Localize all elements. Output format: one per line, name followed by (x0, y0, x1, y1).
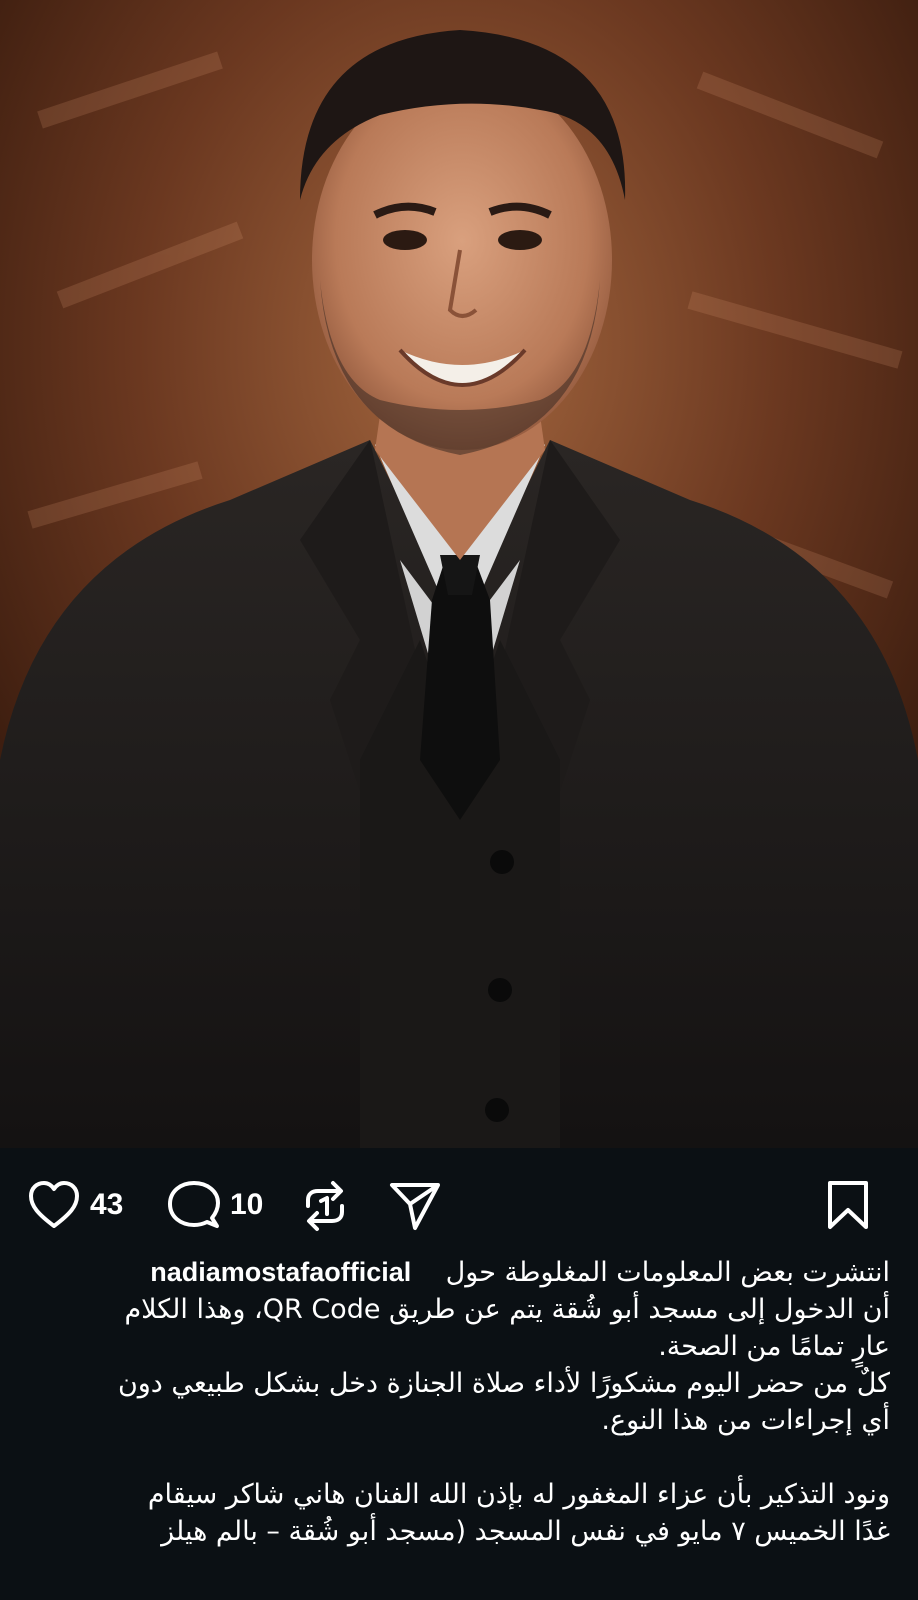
repost-button[interactable] (300, 1180, 350, 1232)
comment-count: 10 (230, 1188, 264, 1221)
bookmark-icon (828, 1181, 868, 1229)
like-count: 43 (90, 1188, 124, 1221)
caption-line-1: انتشرت بعض المعلومات المغلوطة حول nadiam… (150, 1257, 890, 1288)
post-photo[interactable] (0, 0, 918, 1148)
caption-line-4: كلٌ من حضر اليوم مشكورًا لأداء صلاة الجن… (117, 1368, 890, 1399)
caption-line-2: أن الدخول إلى مسجد أبو شُقة يتم عن طريق … (124, 1294, 890, 1325)
post-action-bar: 43 10 (0, 1148, 918, 1258)
caption-username[interactable]: nadiamostafaofficial (150, 1257, 411, 1287)
portrait-photo (0, 0, 918, 1148)
like-button[interactable]: 43 (28, 1180, 123, 1230)
caption-line-7: غدًا الخميس ٧ مايو في نفس المسجد (مسجد أ… (161, 1516, 890, 1547)
comment-icon (168, 1181, 220, 1228)
share-button[interactable] (388, 1180, 442, 1232)
post-caption: انتشرت بعض المعلومات المغلوطة حول nadiam… (28, 1254, 890, 1550)
caption-line-3: عارٍ تمامًا من الصحة. (658, 1331, 890, 1362)
send-icon (390, 1183, 440, 1230)
caption-line-6: ونود التذكير بأن عزاء المغفور له بإذن ال… (147, 1479, 890, 1510)
save-button[interactable] (826, 1180, 870, 1230)
caption-line-5: أي إجراءات من هذا النوع. (601, 1405, 890, 1436)
heart-icon (29, 1181, 79, 1228)
repost-icon (306, 1181, 344, 1231)
comment-button[interactable]: 10 (168, 1180, 263, 1230)
